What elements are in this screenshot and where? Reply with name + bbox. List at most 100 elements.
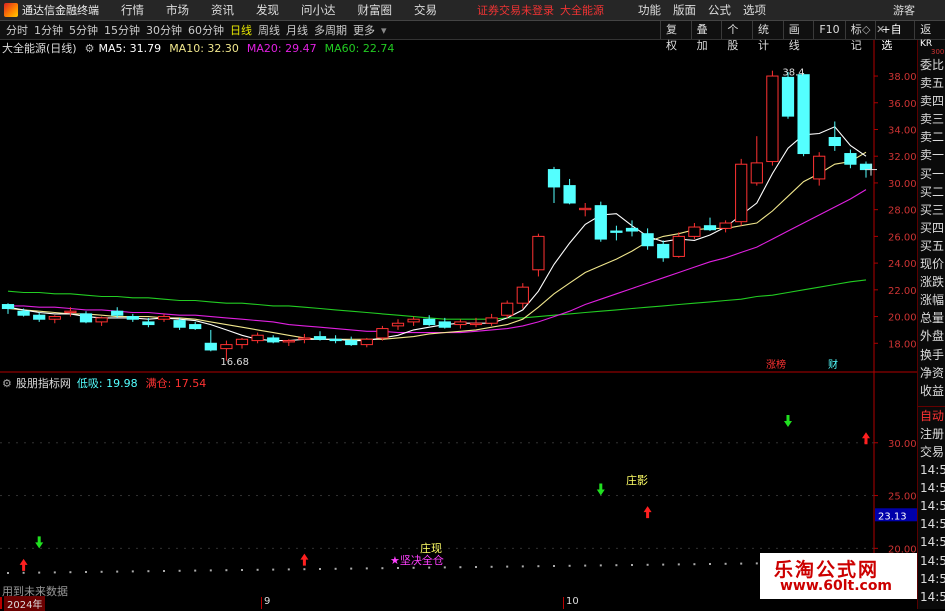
price-tick-label: 18.00 <box>888 339 917 350</box>
more-chevron-icon[interactable]: ▾ <box>381 24 387 37</box>
trade-button[interactable]: 交易 <box>918 443 945 461</box>
candle-up <box>454 321 467 326</box>
indicator-name: 股朋指标网 <box>15 377 71 390</box>
price-tick-label: 26.00 <box>888 232 917 243</box>
auto-button[interactable]: 自动 <box>918 407 945 425</box>
indicator-gear-icon[interactable]: ⚙ <box>2 377 12 390</box>
candle-up <box>360 338 373 346</box>
chart-panel-icons: ◇ ✕ <box>862 23 912 37</box>
quote-buy1: 买一 <box>920 166 945 181</box>
price-tick-label: 36.00 <box>888 99 917 110</box>
sub-dot <box>568 564 571 567</box>
candle-up <box>282 340 295 343</box>
watermark-url: www.60lt.com <box>780 578 893 594</box>
sub-dot <box>319 568 321 570</box>
settings-gear-icon[interactable]: ⚙ <box>85 42 95 55</box>
menu-shichang[interactable]: 市场 <box>166 2 189 18</box>
tool-tongji[interactable]: 统计 <box>752 21 783 52</box>
menu-caifuquan[interactable]: 财富圈 <box>358 2 393 18</box>
candle-down <box>797 74 810 155</box>
tool-huaxian[interactable]: 画线 <box>782 21 814 52</box>
period-more[interactable]: 更多 <box>353 22 375 38</box>
candle-up <box>220 344 233 350</box>
quote-price: 现价 <box>920 257 945 272</box>
price-tick-label: 28.00 <box>888 206 917 217</box>
period-15min[interactable]: 15分钟 <box>104 22 140 38</box>
sub-dot <box>365 567 368 570</box>
menu-gongneng[interactable]: 功能 <box>638 2 661 18</box>
quote-buy2: 买二 <box>920 184 945 199</box>
tool-f10[interactable]: F10 <box>813 21 844 39</box>
candle-down <box>563 185 576 204</box>
ma60-label: MA60: 22.74 <box>324 41 395 55</box>
candle-down <box>33 314 46 320</box>
menu-wenxiaoda[interactable]: 问小达 <box>301 2 336 18</box>
period-30min[interactable]: 30分钟 <box>146 22 182 38</box>
sub-dot <box>631 564 633 566</box>
menu-hangqing[interactable]: 行情 <box>121 2 144 18</box>
quote-sell4: 卖四 <box>920 94 945 109</box>
buy-up-arrow-icon <box>19 558 28 571</box>
quote-change-pct: 涨幅 <box>920 293 945 308</box>
app-title: 通达信金融终端 <box>22 4 99 17</box>
sub-dot <box>599 564 602 567</box>
candle-down <box>703 225 717 231</box>
quote-weibi: 委比 <box>920 58 945 72</box>
candle-down <box>204 342 217 351</box>
candle-down <box>547 169 561 188</box>
candle-down <box>844 153 857 165</box>
sub-dot <box>178 569 181 572</box>
period-monthly[interactable]: 月线 <box>286 22 308 38</box>
candle-down <box>142 321 155 326</box>
candle-up <box>672 235 685 257</box>
sell-down-arrow-icon <box>784 414 792 427</box>
candle-down <box>267 337 280 343</box>
sub-dot <box>131 570 134 573</box>
menu-zixun[interactable]: 资讯 <box>211 2 234 18</box>
sub-dot <box>22 571 25 574</box>
menu-faxian[interactable]: 发现 <box>256 2 279 18</box>
menu-bar: 通达信金融终端 行情 市场 资讯 发现 问小达 财富圈 交易 证券交易未登录 大… <box>0 0 945 21</box>
indicator-title-bar: ⚙ 股朋指标网 低吸: 19.98 满仓: 17.54 <box>2 376 206 391</box>
price-tick-label: 22.00 <box>888 286 917 297</box>
tick-time: 14:56 <box>920 481 945 496</box>
candle-up <box>766 75 779 163</box>
period-1min[interactable]: 1分钟 <box>34 22 63 38</box>
period-multi[interactable]: 多周期 <box>314 22 347 38</box>
menu-xuanxiang[interactable]: 选项 <box>743 2 766 18</box>
period-fenshi[interactable]: 分时 <box>6 22 28 38</box>
candle-up <box>95 317 108 323</box>
close-panel-icon[interactable]: ✕ <box>876 23 885 36</box>
quote-buy4: 买四 <box>920 220 945 235</box>
sub-dot <box>303 568 306 571</box>
menu-gongshi[interactable]: 公式 <box>708 2 731 18</box>
symbol-title: 大全能源(日线) <box>2 42 77 55</box>
candle-up <box>157 316 171 320</box>
menu-banmian[interactable]: 版面 <box>673 2 696 18</box>
tick-time: 14:56 <box>920 571 945 586</box>
kline-chart[interactable]: 38.00 36.00 34.00 32.00 30.00 28.00 26.00 24.00… <box>0 0 917 609</box>
period-daily[interactable]: 日线 <box>230 22 252 38</box>
sub-dot <box>256 568 259 571</box>
tool-fuquan[interactable]: 复权 <box>660 21 691 52</box>
period-60min[interactable]: 60分钟 <box>188 22 224 38</box>
sub-dot <box>147 570 150 573</box>
tool-back[interactable]: 返回 <box>914 21 945 52</box>
candle-down <box>79 313 93 323</box>
sub-dot <box>116 570 119 573</box>
period-weekly[interactable]: 周线 <box>258 22 280 38</box>
diamond-icon[interactable]: ◇ <box>862 23 870 36</box>
register-button[interactable]: 注册 <box>918 425 945 443</box>
trade-login-warning[interactable]: 证券交易未登录 <box>477 2 554 18</box>
sub-dot <box>272 568 275 571</box>
period-5min[interactable]: 5分钟 <box>69 22 98 38</box>
menu-jiaoyi[interactable]: 交易 <box>414 2 437 18</box>
buy-up-arrow-icon <box>862 432 870 445</box>
candle-down <box>828 137 841 147</box>
candle-down <box>641 233 654 247</box>
quote-sell1: 卖一 <box>920 148 945 163</box>
guest-user[interactable]: 游客 <box>893 2 915 18</box>
tool-gegu[interactable]: 个股 <box>721 21 752 52</box>
ma60-line <box>7 279 867 320</box>
tool-diejia[interactable]: 叠加 <box>690 21 722 52</box>
